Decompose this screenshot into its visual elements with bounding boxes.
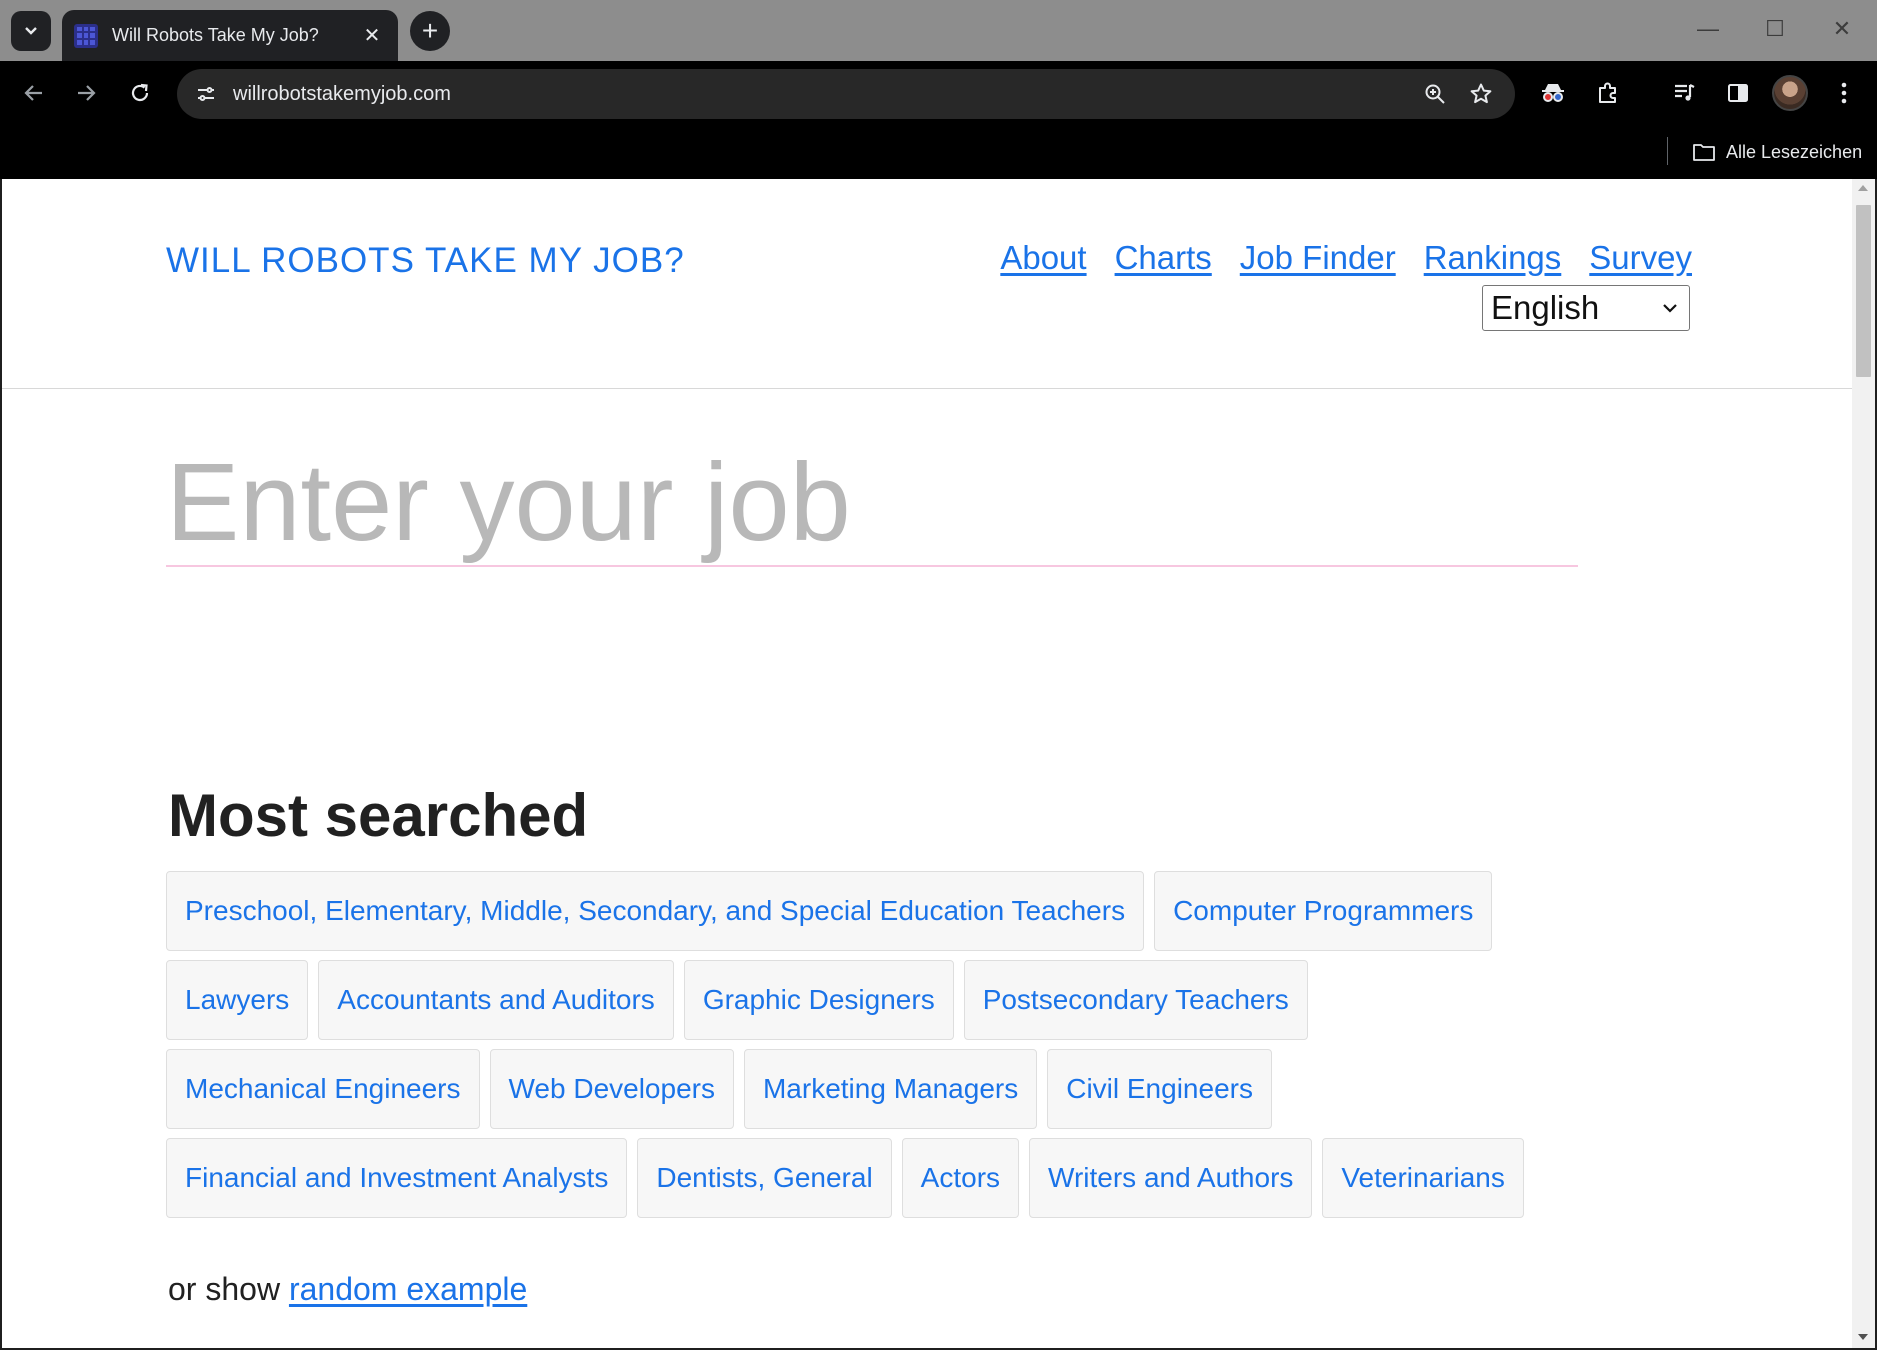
maximize-button[interactable]: ☐ bbox=[1757, 14, 1793, 44]
tune-icon bbox=[198, 87, 214, 101]
browser-title-bar: Will Robots Take My Job? ✕ + — ☐ ✕ bbox=[0, 0, 1877, 61]
language-select-value: English bbox=[1491, 289, 1600, 326]
nav-link-job-finder[interactable]: Job Finder bbox=[1240, 239, 1396, 277]
reload-icon bbox=[131, 83, 149, 102]
scroll-down-arrow-icon[interactable] bbox=[1858, 1334, 1868, 1340]
tab-list-button[interactable] bbox=[11, 11, 51, 51]
tab-close-icon[interactable]: ✕ bbox=[360, 23, 384, 48]
address-bar[interactable]: willrobotstakemyjob.com bbox=[177, 69, 1515, 119]
zoom-button[interactable] bbox=[1415, 74, 1455, 114]
chevron-down-icon bbox=[1663, 304, 1677, 313]
arrow-left-icon bbox=[24, 85, 42, 101]
most-searched-heading: Most searched bbox=[168, 782, 589, 849]
all-bookmarks-button[interactable]: Alle Lesezeichen bbox=[1692, 137, 1862, 167]
site-header: WILL ROBOTS TAKE MY JOB? About Charts Jo… bbox=[2, 179, 1852, 389]
bookmarks-separator bbox=[1667, 137, 1668, 165]
job-chip[interactable]: Actors bbox=[901, 1138, 1020, 1218]
puzzle-icon bbox=[1599, 82, 1616, 103]
job-search-input[interactable] bbox=[166, 439, 1578, 567]
forward-button[interactable] bbox=[66, 73, 106, 113]
language-select[interactable]: English bbox=[1482, 285, 1690, 331]
media-queue-button[interactable] bbox=[1665, 73, 1705, 113]
random-example-link[interactable]: random example bbox=[289, 1271, 527, 1307]
job-chip[interactable]: Graphic Designers bbox=[683, 960, 954, 1040]
kebab-menu-icon bbox=[1841, 82, 1847, 104]
arrow-right-icon bbox=[78, 85, 96, 101]
star-icon bbox=[1470, 83, 1492, 104]
side-panel-icon bbox=[1728, 84, 1748, 102]
chevron-down-icon bbox=[25, 27, 37, 35]
job-chip[interactable]: Dentists, General bbox=[637, 1138, 892, 1218]
job-chip[interactable]: Writers and Authors bbox=[1029, 1138, 1313, 1218]
job-chip[interactable]: Computer Programmers bbox=[1154, 871, 1493, 951]
job-chip[interactable]: Lawyers bbox=[166, 960, 309, 1040]
incognito-glasses-icon bbox=[1542, 84, 1564, 102]
job-chip[interactable]: Postsecondary Teachers bbox=[963, 960, 1308, 1040]
browser-menu-button[interactable] bbox=[1824, 73, 1864, 113]
main-nav: About Charts Job Finder Rankings Survey bbox=[1000, 239, 1692, 277]
site-favicon-icon bbox=[74, 23, 98, 48]
reload-button[interactable] bbox=[120, 73, 160, 113]
profile-avatar[interactable] bbox=[1772, 75, 1808, 111]
active-tab[interactable]: Will Robots Take My Job? ✕ bbox=[62, 10, 398, 61]
scroll-thumb[interactable] bbox=[1856, 205, 1871, 377]
zoom-icon bbox=[1425, 84, 1445, 104]
job-chip[interactable]: Mechanical Engineers bbox=[166, 1049, 480, 1129]
job-chip[interactable]: Preschool, Elementary, Middle, Secondary… bbox=[166, 871, 1145, 951]
extensions-button[interactable] bbox=[1588, 73, 1628, 113]
minimize-button[interactable]: — bbox=[1690, 14, 1726, 44]
nav-link-survey[interactable]: Survey bbox=[1589, 239, 1692, 277]
back-button[interactable] bbox=[14, 73, 54, 113]
browser-toolbar: willrobotstakemyjob.com bbox=[0, 61, 1877, 125]
job-chip[interactable]: Civil Engineers bbox=[1047, 1049, 1272, 1129]
tab-title: Will Robots Take My Job? bbox=[112, 25, 319, 45]
page-scrollbar[interactable] bbox=[1852, 179, 1875, 1348]
bookmark-star-button[interactable] bbox=[1461, 74, 1501, 114]
nav-link-about[interactable]: About bbox=[1000, 239, 1086, 277]
nav-link-rankings[interactable]: Rankings bbox=[1424, 239, 1562, 277]
side-panel-button[interactable] bbox=[1718, 73, 1758, 113]
bookmarks-bar: Alle Lesezeichen bbox=[0, 125, 1877, 179]
close-window-button[interactable]: ✕ bbox=[1824, 14, 1860, 44]
folder-icon bbox=[1693, 144, 1715, 161]
job-chip[interactable]: Marketing Managers bbox=[743, 1049, 1038, 1129]
site-info-button[interactable] bbox=[189, 77, 223, 111]
job-chip[interactable]: Financial and Investment Analysts bbox=[166, 1138, 628, 1218]
random-example-prefix: or show bbox=[168, 1271, 281, 1307]
all-bookmarks-label: Alle Lesezeichen bbox=[1726, 141, 1863, 162]
job-chip[interactable]: Veterinarians bbox=[1322, 1138, 1524, 1218]
incognito-extension-button[interactable] bbox=[1533, 73, 1573, 113]
job-chip[interactable]: Web Developers bbox=[489, 1049, 734, 1129]
url-text[interactable]: willrobotstakemyjob.com bbox=[233, 83, 1415, 106]
job-chip[interactable]: Accountants and Auditors bbox=[318, 960, 674, 1040]
most-searched-list: Preschool, Elementary, Middle, Secondary… bbox=[166, 871, 1526, 1218]
media-queue-icon bbox=[1675, 84, 1695, 101]
new-tab-button[interactable]: + bbox=[410, 11, 450, 51]
web-page: WILL ROBOTS TAKE MY JOB? About Charts Jo… bbox=[2, 179, 1852, 1348]
site-brand-link[interactable]: WILL ROBOTS TAKE MY JOB? bbox=[166, 241, 685, 281]
scroll-up-arrow-icon[interactable] bbox=[1858, 185, 1868, 191]
nav-link-charts[interactable]: Charts bbox=[1115, 239, 1212, 277]
random-example-line: or show random example bbox=[168, 1271, 527, 1308]
